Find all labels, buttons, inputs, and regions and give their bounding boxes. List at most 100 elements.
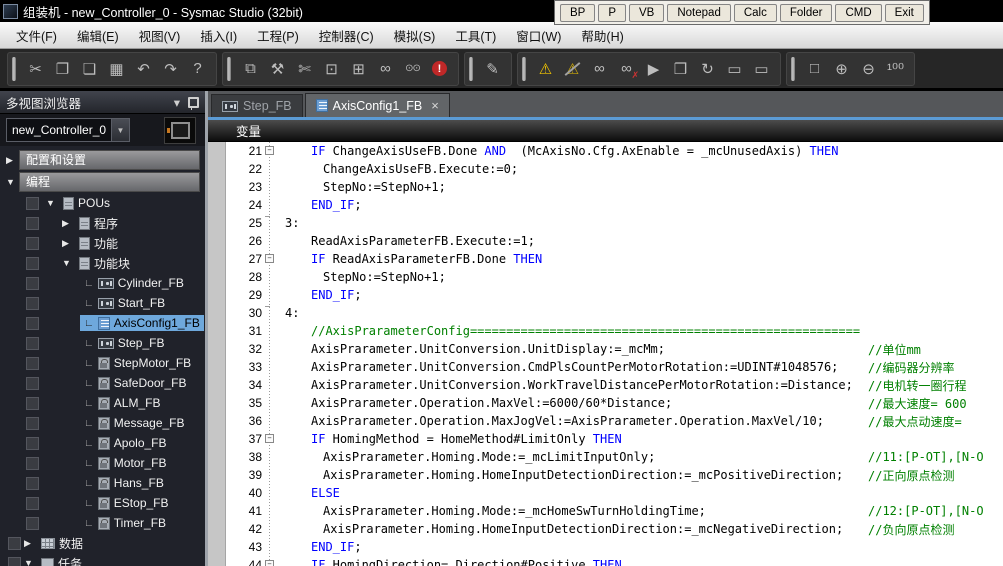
- toolbar-group-grip[interactable]: [522, 57, 526, 81]
- build-icon[interactable]: ⚒: [264, 57, 291, 81]
- expand-arrow-icon[interactable]: ▼: [46, 198, 59, 208]
- tree-item-label[interactable]: ∟EStop_FB: [80, 495, 173, 511]
- tree-item-label[interactable]: POUs: [59, 195, 114, 211]
- tree-item-label[interactable]: 任务: [37, 554, 86, 566]
- io-monitor-2-icon[interactable]: ▭: [748, 57, 775, 81]
- menu-item-7[interactable]: 工具(T): [445, 26, 506, 45]
- help-icon[interactable]: ?: [184, 57, 211, 81]
- expand-arrow-icon[interactable]: ▶: [6, 155, 19, 166]
- menu-item-1[interactable]: 编辑(E): [67, 26, 129, 45]
- copy-icon[interactable]: ❐: [49, 57, 76, 81]
- expand-arrow-icon[interactable]: ▶: [62, 218, 75, 229]
- launcher-button-calc[interactable]: Calc: [734, 4, 777, 22]
- menu-item-2[interactable]: 视图(V): [129, 26, 191, 45]
- close-icon[interactable]: ×: [431, 101, 439, 111]
- fold-collapse-button[interactable]: −: [265, 254, 274, 263]
- launcher-button-exit[interactable]: Exit: [885, 4, 924, 22]
- menu-item-3[interactable]: 插入(I): [190, 26, 247, 45]
- zoom-out-icon[interactable]: ⊖: [855, 57, 882, 81]
- tree-item-label[interactable]: ∟Message_FB: [80, 415, 189, 431]
- delete-icon[interactable]: ▦: [103, 57, 130, 81]
- st-code-editor[interactable]: 21−IF ChangeAxisUseFB.Done AND (McAxisNo…: [208, 142, 1003, 566]
- line-number: 35: [226, 396, 262, 410]
- launcher-button-vb[interactable]: VB: [629, 4, 664, 22]
- tree-item-label[interactable]: ∟Motor_FB: [80, 455, 170, 471]
- tree-item-label[interactable]: ∟SafeDoor_FB: [80, 375, 191, 391]
- tree-elbow-icon: ∟: [84, 478, 94, 489]
- paste-icon[interactable]: ❏: [76, 57, 103, 81]
- copy-stack-icon[interactable]: ❒: [667, 57, 694, 81]
- tree-item-程序: ▶程序: [0, 213, 205, 233]
- tree-item-label[interactable]: ∟AxisConfig1_FB: [80, 315, 204, 331]
- tree-square: [26, 317, 39, 330]
- expand-arrow-icon[interactable]: ▼: [6, 177, 19, 187]
- toolbar-group-grip[interactable]: [12, 57, 16, 81]
- pin-icon[interactable]: [188, 97, 199, 108]
- toolbar-group-grip[interactable]: [227, 57, 231, 81]
- warning-on-icon[interactable]: ⚠: [532, 57, 559, 81]
- tree-item-label[interactable]: ∟Step_FB: [80, 335, 169, 351]
- fold-collapse-button[interactable]: −: [265, 434, 274, 443]
- zoom-in-icon[interactable]: ⊕: [828, 57, 855, 81]
- chevron-down-icon[interactable]: ▼: [111, 119, 129, 141]
- menu-item-5[interactable]: 控制器(C): [309, 26, 384, 45]
- zoom-100-icon[interactable]: ¹⁰⁰: [882, 57, 909, 81]
- warning-off-icon[interactable]: ⚠: [559, 57, 586, 81]
- io-monitor-1-icon[interactable]: ▭: [721, 57, 748, 81]
- expand-arrow-icon[interactable]: ▶: [24, 538, 37, 549]
- launcher-button-cmd[interactable]: CMD: [835, 4, 881, 22]
- tree-item-label[interactable]: ∟Hans_FB: [80, 475, 168, 491]
- fold-collapse-button[interactable]: −: [265, 560, 274, 566]
- tree-item-label[interactable]: ∟Start_FB: [80, 295, 169, 311]
- check-all-programs-icon[interactable]: ⊞: [345, 57, 372, 81]
- tab-axisconfig1_fb[interactable]: AxisConfig1_FB×: [305, 93, 450, 117]
- menu-item-8[interactable]: 窗口(W): [506, 26, 571, 45]
- fit-screen-icon[interactable]: □: [801, 57, 828, 81]
- controller-select[interactable]: new_Controller_0 ▼: [6, 118, 130, 142]
- tree-item-label[interactable]: 功能块: [75, 254, 134, 273]
- check-program-icon[interactable]: ⊡: [318, 57, 345, 81]
- cut-icon[interactable]: ✂: [22, 57, 49, 81]
- code-text: //AxisPrarameterConfig==================…: [278, 324, 860, 338]
- toolbar-group-grip[interactable]: [469, 57, 473, 81]
- watch-icon[interactable]: ∞: [586, 57, 613, 81]
- watch-off-icon[interactable]: ∞: [613, 57, 640, 81]
- tree-item-label[interactable]: ∟Cylinder_FB: [80, 275, 188, 291]
- menu-item-4[interactable]: 工程(P): [247, 26, 309, 45]
- launcher-button-notepad[interactable]: Notepad: [667, 4, 730, 22]
- tree-item-label[interactable]: 程序: [75, 214, 122, 233]
- error-list-icon[interactable]: !: [426, 57, 453, 81]
- section-bar-配置和设置[interactable]: 配置和设置: [19, 150, 200, 170]
- tree-item-label[interactable]: ∟Apolo_FB: [80, 435, 171, 451]
- edit-mode-icon[interactable]: ✎: [479, 57, 506, 81]
- section-bar-编程[interactable]: 编程: [19, 172, 200, 192]
- watch-monitor-icon[interactable]: ∞: [372, 57, 399, 81]
- explorer-menu-arrow-icon[interactable]: ▾: [174, 95, 180, 110]
- tab-step_fb[interactable]: Step_FB: [211, 94, 303, 117]
- tree-item-label[interactable]: ∟StepMotor_FB: [80, 355, 195, 371]
- tree-item-label[interactable]: ∟Timer_FB: [80, 515, 170, 531]
- menu-item-6[interactable]: 模拟(S): [384, 26, 446, 45]
- tree-item-label[interactable]: ∟ALM_FB: [80, 395, 164, 411]
- fold-collapse-button[interactable]: −: [265, 146, 274, 155]
- redo-icon[interactable]: ↷: [157, 57, 184, 81]
- undo-icon[interactable]: ↶: [130, 57, 157, 81]
- toolbar-group-grip[interactable]: [791, 57, 795, 81]
- search-binoculars-icon[interactable]: ⊙⊙: [399, 57, 426, 81]
- step-run-icon[interactable]: ▶: [640, 57, 667, 81]
- rebuild-icon[interactable]: ✄: [291, 57, 318, 81]
- locked-fb-icon: [98, 357, 110, 370]
- window-cascade-icon[interactable]: ⧉: [237, 57, 264, 81]
- tree-item-motor-fb: ∟Motor_FB: [0, 453, 205, 473]
- launcher-button-p[interactable]: P: [598, 4, 626, 22]
- expand-arrow-icon[interactable]: ▶: [62, 238, 75, 249]
- menu-item-9[interactable]: 帮助(H): [571, 26, 633, 45]
- menu-item-0[interactable]: 文件(F): [6, 26, 67, 45]
- sync-icon[interactable]: ↻: [694, 57, 721, 81]
- launcher-button-folder[interactable]: Folder: [780, 4, 833, 22]
- variables-bar[interactable]: 变量: [208, 120, 1003, 142]
- tree-item-label[interactable]: 数据: [37, 534, 87, 553]
- expand-arrow-icon[interactable]: ▼: [62, 258, 75, 268]
- launcher-button-bp[interactable]: BP: [560, 4, 595, 22]
- tree-item-label[interactable]: 功能: [75, 234, 122, 253]
